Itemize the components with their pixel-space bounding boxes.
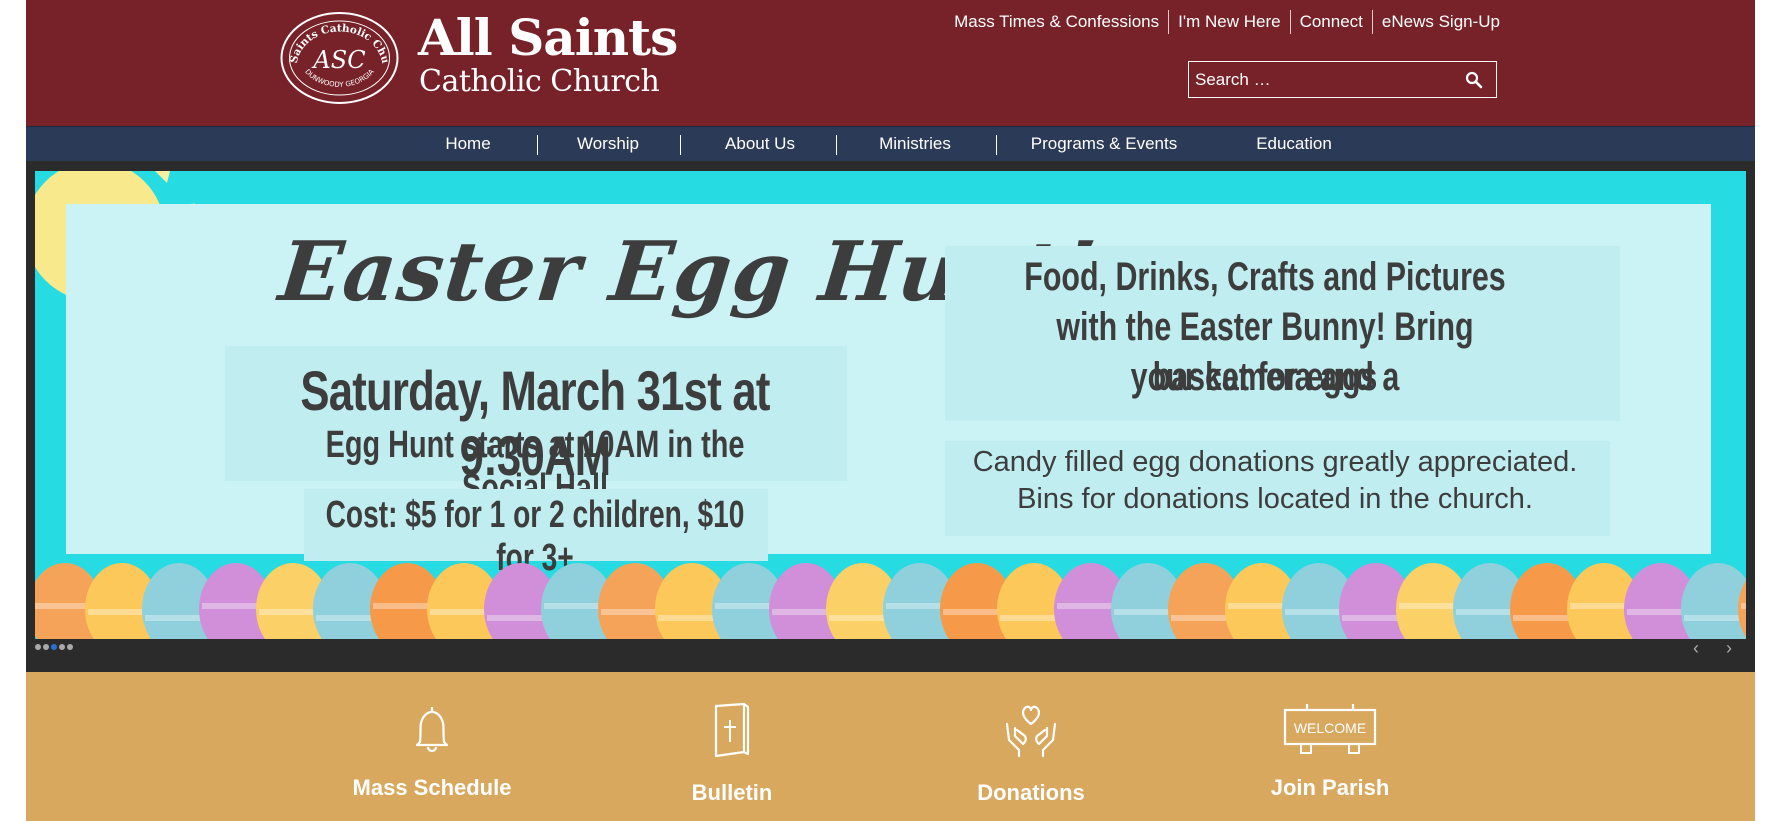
slider-dot[interactable]: [59, 644, 65, 650]
connect-link[interactable]: Connect: [1289, 10, 1372, 34]
nav-divider: [680, 135, 681, 155]
quick-links: Mass Schedule Bulletin Donations WELCOME…: [26, 672, 1755, 821]
slider-pagination: [35, 644, 73, 650]
nav-divider: [836, 135, 837, 155]
nav-programs-events[interactable]: Programs & Events: [1031, 127, 1177, 161]
nav-divider: [537, 135, 538, 155]
slider-prev-arrow[interactable]: ‹: [1693, 639, 1699, 657]
info-line: Food, Drinks, Crafts and Pictures: [1024, 255, 1506, 299]
slide-easter-egg-hunt[interactable]: Easter Egg Hunt! Saturday, March 31st at…: [35, 171, 1746, 639]
site-wrapper: All Saints Catholic Church DUNWOODY GEOR…: [26, 0, 1755, 821]
nav-education[interactable]: Education: [1256, 127, 1332, 161]
quick-link-bulletin[interactable]: Bulletin: [622, 672, 842, 821]
brand-name[interactable]: All Saints: [418, 8, 678, 67]
mass-times-link[interactable]: Mass Times & Confessions: [945, 10, 1168, 34]
slider-next-arrow[interactable]: ›: [1726, 639, 1732, 657]
church-seal-logo[interactable]: All Saints Catholic Church DUNWOODY GEOR…: [279, 10, 400, 106]
slider-dot[interactable]: [35, 644, 41, 650]
search-icon[interactable]: [1452, 62, 1496, 97]
heart-hands-icon: [1005, 705, 1057, 758]
info-line: basket for eggs: [1152, 355, 1378, 399]
welcome-sign-icon: WELCOME: [1283, 704, 1377, 754]
seal-monogram: ASC: [311, 46, 365, 74]
quick-link-donations[interactable]: Donations: [921, 672, 1141, 821]
site-header: All Saints Catholic Church DUNWOODY GEOR…: [26, 0, 1755, 126]
welcome-sign-text: WELCOME: [1294, 720, 1366, 736]
quick-link-mass-schedule[interactable]: Mass Schedule: [322, 672, 542, 821]
egg-stripe: [1741, 603, 1746, 609]
quick-link-join-parish[interactable]: WELCOME Join Parish: [1220, 672, 1440, 821]
new-here-link[interactable]: I'm New Here: [1168, 10, 1289, 34]
brand-subtitle[interactable]: Catholic Church: [419, 64, 660, 99]
bulletin-book-icon: [714, 702, 750, 758]
quick-label-donations: Donations: [977, 780, 1085, 805]
utility-nav: Mass Times & Confessions I'm New Here Co…: [945, 10, 1500, 34]
quick-label-mass-schedule: Mass Schedule: [352, 775, 512, 800]
quick-label-join-parish: Join Parish: [1270, 775, 1390, 800]
search-input[interactable]: [1189, 62, 1452, 97]
main-nav: Home Worship About Us Ministries Program…: [26, 126, 1755, 161]
easter-eggs-border: [35, 563, 1746, 639]
bell-icon: [415, 707, 449, 753]
nav-ministries[interactable]: Ministries: [879, 127, 951, 161]
slider-dot[interactable]: [51, 644, 57, 650]
slider-dot[interactable]: [67, 644, 73, 650]
search-form: [1188, 61, 1497, 98]
donate-line: Candy filled egg donations greatly appre…: [972, 446, 1578, 478]
enews-signup-link[interactable]: eNews Sign-Up: [1371, 10, 1500, 34]
egg-decoration: [1681, 563, 1746, 639]
egg-stripe: [1684, 615, 1746, 621]
nav-divider: [996, 135, 997, 155]
hero-slider: Easter Egg Hunt! Saturday, March 31st at…: [26, 161, 1755, 672]
quick-label-bulletin: Bulletin: [691, 780, 773, 805]
nav-home[interactable]: Home: [445, 127, 490, 161]
donate-line: Bins for donations located in the church…: [1017, 483, 1533, 515]
nav-about-us[interactable]: About Us: [725, 127, 795, 161]
slider-dot[interactable]: [43, 644, 49, 650]
nav-worship[interactable]: Worship: [577, 127, 639, 161]
